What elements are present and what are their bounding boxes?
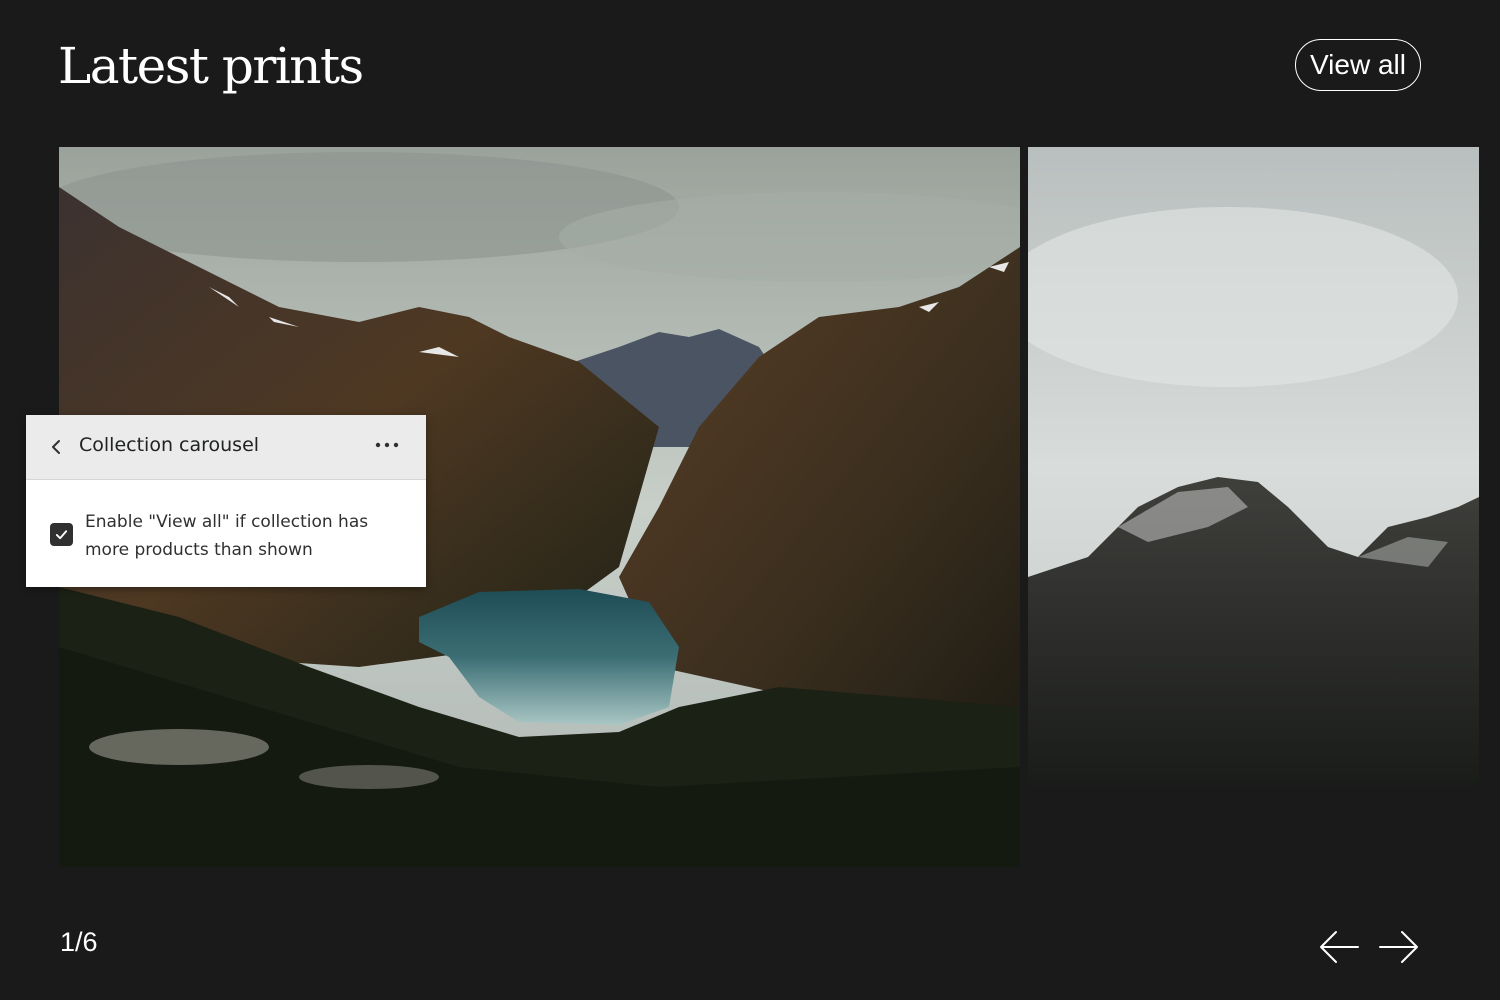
page-title: Latest prints [58,37,364,95]
carousel-slide-misty-peak[interactable] [1028,147,1479,786]
misty-peak-image [1028,147,1479,786]
panel-title: Collection carousel [79,434,260,456]
arrow-left-icon[interactable] [1318,928,1360,966]
view-all-checkbox-label[interactable]: Enable "View all" if collection has more… [85,508,415,564]
carousel-pagination: 1/6 [60,927,98,957]
view-all-button[interactable]: View all [1295,39,1421,91]
chevron-left-icon[interactable] [48,435,64,459]
collection-carousel-panel: Collection carousel Enable "View all" if… [26,415,426,587]
arrow-right-icon[interactable] [1378,928,1420,966]
panel-header: Collection carousel [26,415,426,480]
checkmark-icon [55,530,68,540]
view-all-checkbox[interactable] [50,523,73,546]
more-horizontal-icon[interactable] [372,437,402,453]
